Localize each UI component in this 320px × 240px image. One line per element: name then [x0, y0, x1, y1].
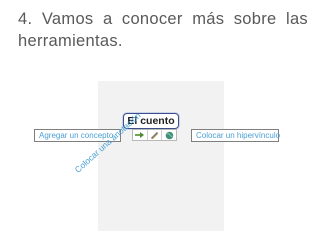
annotation-button[interactable] — [162, 130, 176, 140]
pencil-icon — [150, 131, 159, 139]
node-toolbar — [132, 129, 177, 141]
globe-icon — [165, 131, 173, 139]
arrow-icon — [135, 132, 145, 138]
add-hyperlink-callout: Colocar un hipervínculo — [191, 129, 280, 142]
slide-title: 4. Vamos a conocer más sobre las herrami… — [18, 10, 308, 50]
concept-map-figure — [98, 81, 224, 231]
add-concept-button[interactable] — [133, 130, 148, 140]
hyperlink-button[interactable] — [148, 130, 163, 140]
